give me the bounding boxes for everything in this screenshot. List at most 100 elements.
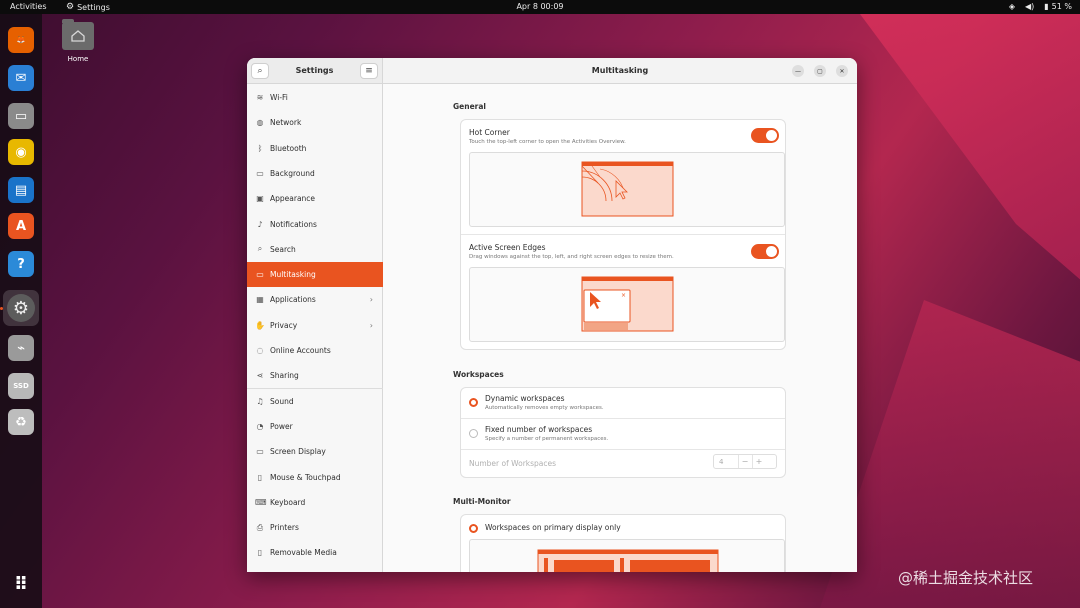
fixed-workspaces-radio[interactable] bbox=[469, 429, 478, 438]
sidebar-item-wi-fi[interactable]: ≋ Wi-Fi bbox=[247, 85, 383, 110]
close-button[interactable]: ✕ bbox=[836, 65, 848, 77]
privacy-icon: ✋ bbox=[255, 320, 265, 330]
usb-drive-launcher[interactable]: ⌁ bbox=[7, 334, 35, 362]
workspace-count-label: Number of Workspaces bbox=[469, 459, 557, 468]
menu-button[interactable]: ≡ bbox=[360, 63, 378, 79]
software-launcher[interactable]: A bbox=[7, 212, 35, 240]
volume-icon: ◀) bbox=[1024, 2, 1035, 11]
top-bar: Activities ⚙ Settings Apr 8 00:09 ◈ ◀) ▮… bbox=[0, 0, 1080, 14]
online-accounts-icon: ◌ bbox=[256, 346, 264, 355]
workspace-count-spinner[interactable]: 4 − + bbox=[713, 454, 777, 469]
settings-window: ⌕ Settings ≡ Multitasking — ▢ ✕ ≋ Wi-Fi ◍ N… bbox=[247, 58, 857, 572]
sidebar-header: ⌕ Settings ≡ bbox=[247, 58, 383, 84]
app-menu[interactable]: ⚙ Settings bbox=[66, 2, 110, 12]
hot-corner-illustration bbox=[469, 152, 785, 227]
sidebar-item-online-accounts[interactable]: ◌ Online Accounts bbox=[247, 338, 383, 363]
section-multi-monitor: Multi-Monitor bbox=[453, 497, 511, 506]
sidebar-item-label: Background bbox=[270, 168, 315, 178]
settings-launcher[interactable]: ⚙ bbox=[3, 290, 39, 326]
sidebar-item-multitasking[interactable]: ▭ Multitasking bbox=[247, 262, 383, 288]
increase-button[interactable]: + bbox=[752, 455, 765, 468]
trash-launcher[interactable]: ♻ bbox=[7, 408, 35, 436]
software-icon: A bbox=[8, 213, 34, 239]
trash-icon: ♻ bbox=[8, 409, 34, 435]
chevron-right-icon: › bbox=[369, 295, 373, 305]
appearance-icon: ▣ bbox=[256, 194, 264, 204]
keyboard-icon: ⌨ bbox=[255, 497, 267, 507]
sidebar-item-keyboard[interactable]: ⌨ Keyboard bbox=[247, 490, 383, 515]
thunderbird-launcher[interactable]: ✉ bbox=[7, 64, 35, 92]
section-workspaces: Workspaces bbox=[453, 370, 504, 379]
sidebar-item-label: Removable Media bbox=[270, 548, 337, 558]
sidebar-item-applications[interactable]: ▦ Applications › bbox=[247, 287, 383, 312]
screen-edges-subtitle: Drag windows against the top, left, and … bbox=[469, 254, 674, 260]
sidebar-item-printers[interactable]: ⎙ Printers bbox=[247, 515, 383, 540]
sidebar-item-label: Applications bbox=[270, 295, 316, 305]
header-bar: Multitasking — ▢ ✕ bbox=[383, 58, 857, 84]
sidebar-item-sound[interactable]: ♫ Sound bbox=[247, 389, 383, 414]
section-general: General bbox=[453, 102, 486, 111]
removable-media-icon: ▯ bbox=[257, 548, 263, 558]
sidebar-item-search[interactable]: ⌕ Search bbox=[247, 237, 383, 262]
sidebar-item-appearance[interactable]: ▣ Appearance bbox=[247, 186, 383, 211]
sidebar-divider bbox=[247, 387, 383, 389]
sidebar-item-label: Printers bbox=[270, 523, 299, 533]
activities-button[interactable]: Activities bbox=[10, 2, 47, 11]
dynamic-workspaces-subtitle: Automatically removes empty workspaces. bbox=[485, 405, 604, 411]
hot-corner-title: Hot Corner bbox=[469, 128, 510, 137]
sidebar-item-removable-media[interactable]: ▯ Removable Media bbox=[247, 540, 383, 565]
screen-edges-switch[interactable] bbox=[751, 244, 779, 259]
rhythmbox-launcher[interactable]: ◉ bbox=[7, 138, 35, 166]
sidebar-item-sharing[interactable]: ⋖ Sharing bbox=[247, 363, 383, 388]
thunderbird-icon: ✉ bbox=[8, 65, 34, 91]
sidebar-item-mouse-touchpad[interactable]: ▯ Mouse & Touchpad bbox=[247, 465, 383, 490]
usb-drive-icon: ⌁ bbox=[8, 335, 34, 361]
writer-launcher[interactable]: ▤ bbox=[7, 176, 35, 204]
primary-display-radio[interactable] bbox=[469, 524, 478, 533]
watermark: @稀土掘金技术社区 bbox=[898, 569, 1034, 587]
network-icon: ◍ bbox=[256, 118, 264, 128]
sidebar-item-label: Multitasking bbox=[270, 270, 316, 280]
screen-edges-title: Active Screen Edges bbox=[469, 243, 546, 252]
minimize-button[interactable]: — bbox=[792, 65, 804, 77]
clock[interactable]: Apr 8 00:09 bbox=[516, 2, 563, 11]
screen-edges-illustration: × bbox=[469, 267, 785, 342]
wallpaper-shape bbox=[860, 14, 1080, 314]
sidebar-item-label: Online Accounts bbox=[270, 346, 331, 355]
firefox-icon: 🦊 bbox=[8, 27, 34, 53]
hamburger-icon: ≡ bbox=[365, 66, 373, 76]
minimize-icon: — bbox=[795, 67, 801, 75]
wallpaper-shape bbox=[820, 300, 1080, 608]
sidebar-item-label: Mouse & Touchpad bbox=[270, 472, 341, 482]
decrease-button[interactable]: − bbox=[738, 455, 751, 468]
sidebar-item-notifications[interactable]: ♪ Notifications bbox=[247, 212, 383, 237]
sidebar-item-background[interactable]: ▭ Background bbox=[247, 161, 383, 186]
hot-corner-switch[interactable] bbox=[751, 128, 779, 143]
folder-icon bbox=[62, 19, 94, 50]
sidebar-item-network[interactable]: ◍ Network bbox=[247, 110, 383, 135]
general-card: Hot Corner Touch the top-left corner to … bbox=[460, 119, 786, 350]
dynamic-workspaces-radio[interactable] bbox=[469, 398, 478, 407]
system-tray[interactable]: ◈ ◀) ▮ 51 % bbox=[1009, 2, 1072, 11]
app-grid-launcher[interactable]: ⠿ bbox=[7, 570, 35, 598]
ssd-drive-launcher[interactable]: SSD bbox=[7, 372, 35, 400]
music-note-icon: ♫ bbox=[256, 396, 264, 406]
sidebar-item-bluetooth[interactable]: ᛒ Bluetooth bbox=[247, 136, 383, 161]
workspace-count-value: 4 bbox=[719, 458, 724, 466]
sidebar-item-power[interactable]: ◔ Power bbox=[247, 414, 383, 439]
multitasking-panel: General Hot Corner Touch the top-left co… bbox=[383, 84, 857, 572]
home-folder[interactable]: Home bbox=[62, 19, 94, 63]
dock: 🦊 ✉ ▭ ◉ ▤ A? ⚙ ⌁ SSD ♻ ⠿ bbox=[0, 14, 42, 608]
sidebar-item-label: Network bbox=[270, 118, 302, 128]
app-menu-label: Settings bbox=[77, 2, 110, 12]
maximize-button[interactable]: ▢ bbox=[814, 65, 826, 77]
files-launcher[interactable]: ▭ bbox=[7, 102, 35, 130]
background-icon: ▭ bbox=[256, 168, 264, 178]
search-icon: ⌕ bbox=[257, 244, 263, 254]
sidebar-item-screen-display[interactable]: ▭ Screen Display bbox=[247, 439, 383, 464]
help-launcher[interactable]: ? bbox=[7, 250, 35, 278]
firefox-launcher[interactable]: 🦊 bbox=[7, 26, 35, 54]
workspaces-card: Dynamic workspaces Automatically removes… bbox=[460, 387, 786, 478]
sidebar-item-label: Screen Display bbox=[270, 447, 326, 457]
sidebar-item-privacy[interactable]: ✋ Privacy › bbox=[247, 313, 383, 338]
